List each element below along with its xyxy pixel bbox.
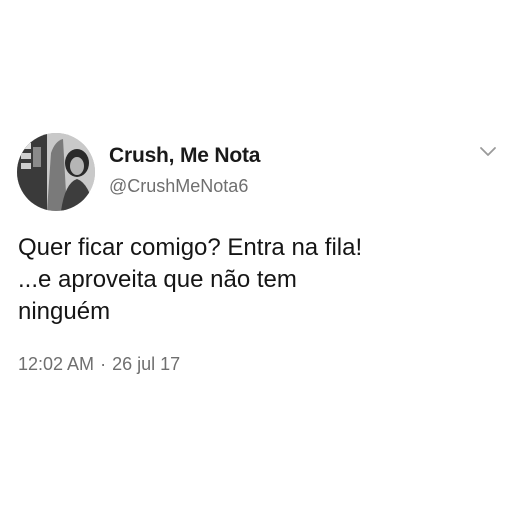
tweet-date: 26 jul 17 xyxy=(112,354,181,374)
user-handle[interactable]: @CrushMeNota6 xyxy=(109,176,248,197)
meta-separator: · xyxy=(100,354,107,374)
tweet-text-line: ...e aproveita que não tem xyxy=(18,266,297,293)
tweet-text-line: Quer ficar comigo? Entra na fila! xyxy=(18,234,363,261)
tweet-timestamp[interactable]: 12:02 AM · 26 jul 17 xyxy=(18,354,180,375)
display-name[interactable]: Crush, Me Nota xyxy=(109,144,260,168)
tweet-text-line: ninguém xyxy=(18,298,111,325)
tweet-time: 12:02 AM xyxy=(18,354,95,374)
tweet-text: Quer ficar comigo? Entra na fila! ...e a… xyxy=(18,232,498,328)
tweet-card: Crush, Me Nota @CrushMeNota6 Quer ficar … xyxy=(0,0,512,512)
avatar-image xyxy=(17,133,95,211)
chevron-down-icon[interactable] xyxy=(478,145,498,159)
avatar[interactable] xyxy=(17,133,95,211)
